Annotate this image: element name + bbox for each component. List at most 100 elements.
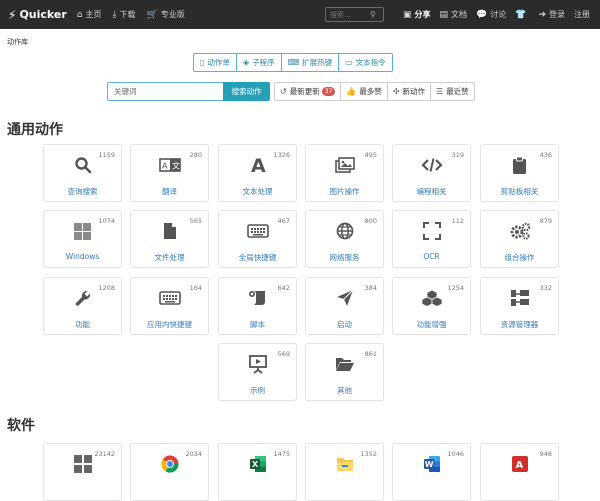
action-card[interactable]: 495 图片操作 bbox=[305, 144, 384, 202]
ocr-icon bbox=[393, 221, 470, 241]
action-card[interactable]: 164 应用内快捷键 bbox=[130, 277, 209, 335]
search-actions-button[interactable]: 搜索动作 bbox=[223, 82, 270, 101]
book-icon: ▯ bbox=[200, 58, 205, 67]
nav-login[interactable]: ➜ 登录 bbox=[538, 9, 565, 20]
software-card[interactable]: 948 A bbox=[480, 443, 559, 501]
svg-text:A: A bbox=[162, 162, 168, 171]
acrobat-icon: A bbox=[481, 454, 558, 474]
nav-pro-label: 专业版 bbox=[160, 10, 185, 19]
nav-register[interactable]: 注册 bbox=[574, 9, 590, 20]
sort-new-button[interactable]: ✣ 新动作 bbox=[386, 82, 432, 101]
images-icon bbox=[306, 155, 383, 175]
action-card[interactable]: 1254 功能增强 bbox=[392, 277, 471, 335]
software-card[interactable]: 2034 bbox=[130, 443, 209, 501]
action-card[interactable]: 384 启动 bbox=[305, 277, 384, 335]
action-card[interactable]: 565 文件处理 bbox=[130, 210, 209, 268]
action-label: 其他 bbox=[337, 386, 352, 395]
action-card[interactable]: 319 编程相关 bbox=[392, 144, 471, 202]
breadcrumb[interactable]: 动作库 bbox=[7, 37, 28, 47]
nav-merch[interactable]: 👕 bbox=[515, 10, 529, 20]
keyboard-icon bbox=[131, 288, 208, 308]
software-card[interactable]: 23142 bbox=[43, 443, 122, 501]
cube-icon: ◈ bbox=[242, 58, 250, 67]
action-label: 功能增强 bbox=[416, 320, 447, 329]
nav-discuss[interactable]: 💬 讨论 bbox=[476, 9, 506, 20]
sort-most-liked-label: 最多赞 bbox=[359, 87, 382, 96]
paper-plane-icon bbox=[306, 288, 383, 308]
presentation-icon bbox=[219, 354, 296, 374]
action-card[interactable]: 1326 A 文本处理 bbox=[218, 144, 297, 202]
nav-download[interactable]: ⤓ 下载 bbox=[113, 9, 136, 20]
search-icon bbox=[44, 155, 121, 175]
nav-share[interactable]: ▣ 分享 bbox=[403, 9, 431, 20]
history-icon: ↺ bbox=[280, 87, 287, 96]
action-card[interactable]: 569 示例 bbox=[218, 343, 297, 401]
action-label: 网络服务 bbox=[329, 253, 360, 262]
action-label: 全局快捷键 bbox=[238, 253, 277, 262]
lightning-icon: ⚡ bbox=[8, 7, 17, 22]
brand[interactable]: ⚡ Quicker bbox=[8, 8, 67, 22]
search-icon[interactable]: ⚲ bbox=[370, 10, 376, 19]
svg-text:W: W bbox=[424, 460, 433, 469]
action-card[interactable]: 1074 Windows bbox=[43, 210, 122, 268]
svg-text:A: A bbox=[515, 460, 523, 471]
nav-register-label: 注册 bbox=[574, 10, 591, 19]
tab-subprogram[interactable]: ◈ 子程序 bbox=[235, 53, 282, 72]
sort-recent-liked-button[interactable]: ☰ 最近赞 bbox=[430, 82, 475, 101]
action-card[interactable]: 467 全局快捷键 bbox=[218, 210, 297, 268]
action-label: 示例 bbox=[250, 386, 265, 395]
keyword-input[interactable] bbox=[107, 82, 224, 101]
tab-action-list-label: 动作单 bbox=[207, 58, 230, 67]
sort-most-liked-button[interactable]: 👍 最多赞 bbox=[340, 82, 388, 101]
nav-login-label: 登录 bbox=[549, 10, 566, 19]
action-card[interactable]: 280 A 文翻译 bbox=[130, 144, 209, 202]
tab-text-command[interactable]: ▭ 文本指令 bbox=[338, 53, 393, 72]
navbar-search: ⚲ bbox=[325, 7, 384, 22]
nav-home[interactable]: ⌂ 主页 bbox=[77, 9, 102, 20]
action-card[interactable]: 436 剪贴板相关 bbox=[480, 144, 559, 202]
action-card[interactable]: 1159 查询搜索 bbox=[43, 144, 122, 202]
section-title-general: 通用动作 bbox=[7, 122, 63, 138]
keyboard-icon bbox=[219, 221, 296, 241]
action-card[interactable]: 112 OCR bbox=[392, 210, 471, 268]
action-card[interactable]: 800 网络服务 bbox=[305, 210, 384, 268]
software-card[interactable]: 1352 bbox=[305, 443, 384, 501]
software-card[interactable]: 1046 W bbox=[392, 443, 471, 501]
category-tabs: ▯ 动作单 ◈ 子程序 ⌨ 扩展热键 ▭ 文本指令 bbox=[193, 53, 393, 72]
brand-name: Quicker bbox=[19, 8, 67, 21]
latest-count-badge: 37 bbox=[321, 87, 336, 96]
action-label: 功能 bbox=[75, 320, 90, 329]
excel-icon: X bbox=[219, 454, 296, 474]
nav-docs[interactable]: ▤ 文档 bbox=[440, 9, 468, 20]
shirt-icon: 👕 bbox=[515, 9, 527, 20]
nav-discuss-label: 讨论 bbox=[490, 10, 507, 19]
action-label: 应用内快捷键 bbox=[147, 320, 192, 329]
action-card[interactable]: 642 脚本 bbox=[218, 277, 297, 335]
file-explorer-icon bbox=[306, 454, 383, 474]
section-title-software: 软件 bbox=[7, 418, 35, 434]
nav-pro[interactable]: 🛒 专业版 bbox=[147, 9, 185, 20]
windows-grid-icon bbox=[44, 454, 121, 474]
sort-new-label: 新动作 bbox=[402, 87, 426, 96]
action-card[interactable]: 879 组合操作 bbox=[480, 210, 559, 268]
sitemap-icon bbox=[481, 288, 558, 308]
software-card[interactable]: 1475 X bbox=[218, 443, 297, 501]
action-card[interactable]: 332 资源管理器 bbox=[480, 277, 559, 335]
action-label: 查询搜索 bbox=[67, 187, 98, 196]
code-icon bbox=[393, 155, 470, 175]
globe-icon bbox=[306, 221, 383, 241]
action-card[interactable]: 861 其他 bbox=[305, 343, 384, 401]
tab-action-list[interactable]: ▯ 动作单 bbox=[193, 53, 237, 72]
folder-open-icon bbox=[306, 354, 383, 374]
word-icon: W bbox=[393, 454, 470, 474]
action-label: 文件处理 bbox=[154, 253, 185, 262]
tab-hotkeys[interactable]: ⌨ 扩展热键 bbox=[280, 53, 340, 72]
sort-latest-button[interactable]: ↺ 最新更新 37 bbox=[274, 82, 342, 101]
wrench-icon bbox=[44, 288, 121, 308]
action-card[interactable]: 1208 功能 bbox=[43, 277, 122, 335]
navbar-search-input[interactable] bbox=[326, 10, 368, 19]
chrome-icon bbox=[131, 454, 208, 474]
svg-text:A: A bbox=[251, 156, 266, 174]
svg-text:文: 文 bbox=[172, 161, 180, 171]
terminal-icon: ▭ bbox=[345, 58, 353, 67]
